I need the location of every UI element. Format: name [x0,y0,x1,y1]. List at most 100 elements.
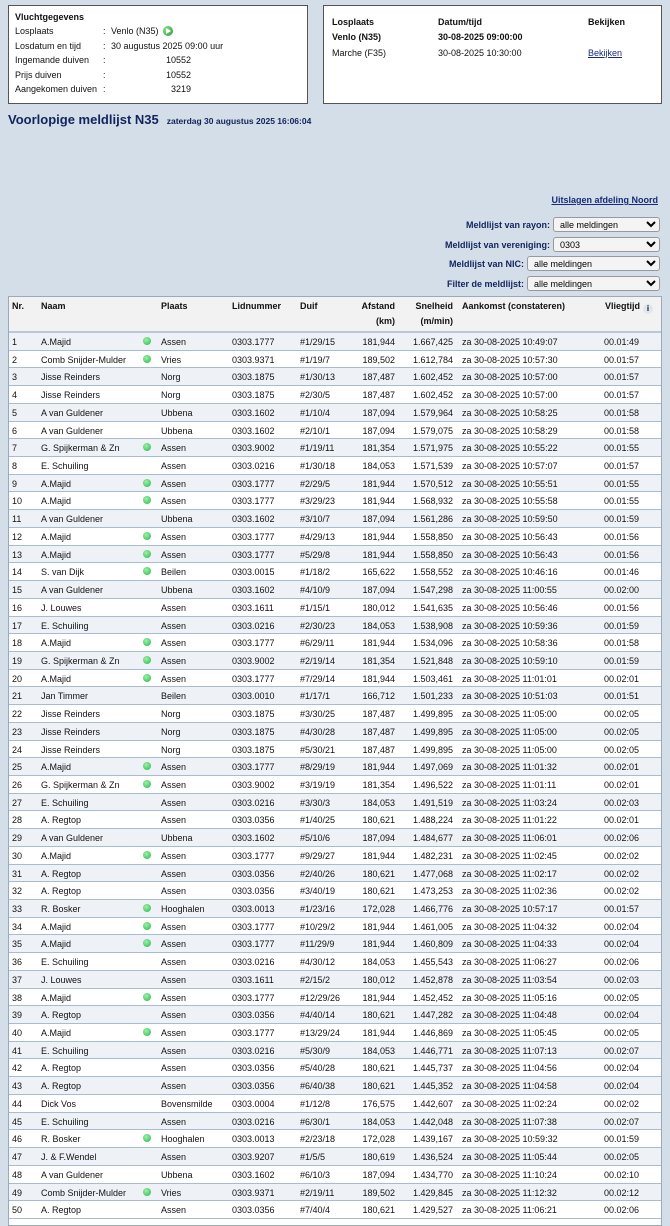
cell-aankomst: za 30-08-2025 10:57:07 [462,461,558,472]
cell-snelheid: 1.558,552 [412,567,453,578]
cell-plaats: Assen [161,1081,187,1092]
cell-vliegtijd: 00.01:59 [603,655,639,666]
bekijken-link[interactable]: Bekijken [588,48,622,58]
table-row: 14 S. van Dijk Beilen 0303.0015 #1/18/2 165,6… [9,563,661,582]
cell-afstand: 187,487 [362,390,395,401]
cell-afstand: 181,944 [362,1028,395,1039]
cell-snelheid: 1.447,282 [412,1010,453,1021]
table-row: 8 E. Schuiling Assen 0303.0216 #1/30/18 184,0… [9,457,661,475]
cell-vliegtijd: 00.02:01 [603,779,639,790]
cell-snelheid: 1.455,543 [412,957,453,968]
vereniging-select[interactable]: 0303 [553,237,660,252]
cell-vliegtijd: 00.02:07 [603,1116,639,1127]
cell-plaats: Hooghalen [161,1134,205,1145]
status-dot-icon [143,443,151,452]
cell-vliegtijd: 00.02:02 [603,850,639,861]
table-row: 12 A.Majid Assen 0303.1777 #4/29/13 181,944 1.… [9,528,661,546]
cell-aankomst: za 30-08-2025 10:56:43 [462,531,558,542]
cell-afstand: 181,944 [362,921,395,932]
cell-lidnummer: 0303.0356 [232,886,275,897]
cell-snelheid: 1.452,878 [412,974,453,985]
cell-aankomst: za 30-08-2025 10:58:29 [462,425,558,436]
prijs-value: 10552 [165,69,191,80]
cell-duif: #1/30/18 [300,461,336,472]
cell-duif: #7/40/4 [300,1205,331,1216]
cell-aankomst: za 30-08-2025 11:01:01 [462,673,557,684]
table-row: 50 A. Regtop Assen 0303.0356 #7/40/4 180,621 1… [9,1201,661,1219]
cell-plaats: Beilen [161,691,187,702]
cell-plaats: Assen [161,443,187,454]
info-icon[interactable]: i [643,304,653,314]
cell-afstand: 181,354 [362,655,395,666]
cell-duif: #1/5/5 [300,1152,326,1163]
cell-nr: 25 [12,762,23,773]
cell-vliegtijd: 00.01:56 [603,549,639,560]
cell-duif: #9/29/27 [300,850,336,861]
cell-duif: #4/29/13 [300,531,336,542]
cell-plaats: Assen [161,1152,187,1163]
cell-vliegtijd: 00.02:01 [603,762,639,773]
dept-results-link[interactable]: Uitslagen afdeling Noord [551,195,658,205]
cell-duif: #3/30/3 [300,797,331,808]
cell-duif: #2/29/5 [300,478,331,489]
cell-lidnummer: 0303.1875 [232,726,275,737]
cell-naam: J. Louwes [41,974,82,985]
cell-afstand: 176,575 [362,1098,395,1109]
colon: : [103,26,106,37]
cell-lidnummer: 0303.1611 [232,974,274,985]
meldlijst-select[interactable]: alle meldingen [527,276,660,291]
cell-vliegtijd: 00.02:02 [603,886,639,897]
cell-aankomst: za 30-08-2025 11:10:24 [462,1169,557,1180]
cell-plaats: Ubbena [161,425,193,436]
cell-snelheid: 1.571,975 [412,443,453,454]
cell-lidnummer: 0303.1875 [232,709,275,720]
cell-vliegtijd: 00.02:03 [603,974,639,985]
cell-aankomst: za 30-08-2025 10:58:36 [462,638,558,649]
cell-snelheid: 1.434,770 [412,1169,453,1180]
cell-duif: #1/40/25 [300,815,336,826]
cell-duif: #13/29/24 [300,1028,341,1039]
cell-nr: 35 [12,939,23,950]
ingemand-value: 10552 [165,55,191,66]
cell-plaats: Ubbena [161,1169,193,1180]
cell-snelheid: 1.446,771 [412,1045,453,1056]
table-row: 20 A.Majid Assen 0303.1777 #7/29/14 181,944 1.… [9,670,661,688]
colon: : [103,84,106,95]
colon: : [103,69,106,80]
cell-vliegtijd: 00.02:03 [603,797,639,808]
cell-snelheid: 1.439,167 [412,1134,453,1145]
rayon-select[interactable]: alle meldingen [553,217,660,232]
cell-snelheid: 1.496,522 [412,779,453,790]
cell-vliegtijd: 00.01:59 [603,1134,639,1145]
filter-label: Meldlijst van rayon: [465,219,550,230]
cell-naam: A.Majid [41,850,72,861]
cell-aankomst: za 30-08-2025 11:06:21 [462,1205,557,1216]
cell-lidnummer: 0303.1777 [232,531,275,542]
cell-naam: G. Spijkerman & Zn [41,443,120,454]
cell-duif: #4/30/12 [300,957,336,968]
page-title: Voorlopige meldlijst N35 zaterdag 30 augu… [8,112,311,127]
cell-nr: 43 [12,1081,23,1092]
cell-nr: 21 [12,691,23,702]
cell-afstand: 180,012 [362,602,395,613]
cell-nr: 32 [12,886,23,897]
nic-select[interactable]: alle meldingen [527,256,660,271]
cell-plaats: Vries [161,354,182,365]
cell-lidnummer: 0303.0010 [232,691,275,702]
cell-duif: #1/30/13 [300,372,336,383]
cell-nr: 50 [12,1205,23,1216]
cell-vliegtijd: 00.02:10 [603,1169,639,1180]
cell-aankomst: za 30-08-2025 10:57:00 [462,390,558,401]
cell-plaats: Assen [161,549,187,560]
cell-afstand: 181,944 [362,478,395,489]
cell-nr: 13 [12,549,23,560]
go-arrow-icon[interactable] [162,26,173,37]
cell-lidnummer: 0303.9002 [232,655,275,666]
cell-naam: E. Schuiling [41,620,89,631]
cell-nr: 38 [12,992,23,1003]
cell-afstand: 180,621 [362,868,395,879]
cell-snelheid: 1.442,607 [412,1098,453,1109]
releases-header: Losplaats Datum/tijd Bekijken [332,14,653,30]
cell-lidnummer: 0303.9002 [232,443,275,454]
cell-plaats: Assen [161,602,187,613]
